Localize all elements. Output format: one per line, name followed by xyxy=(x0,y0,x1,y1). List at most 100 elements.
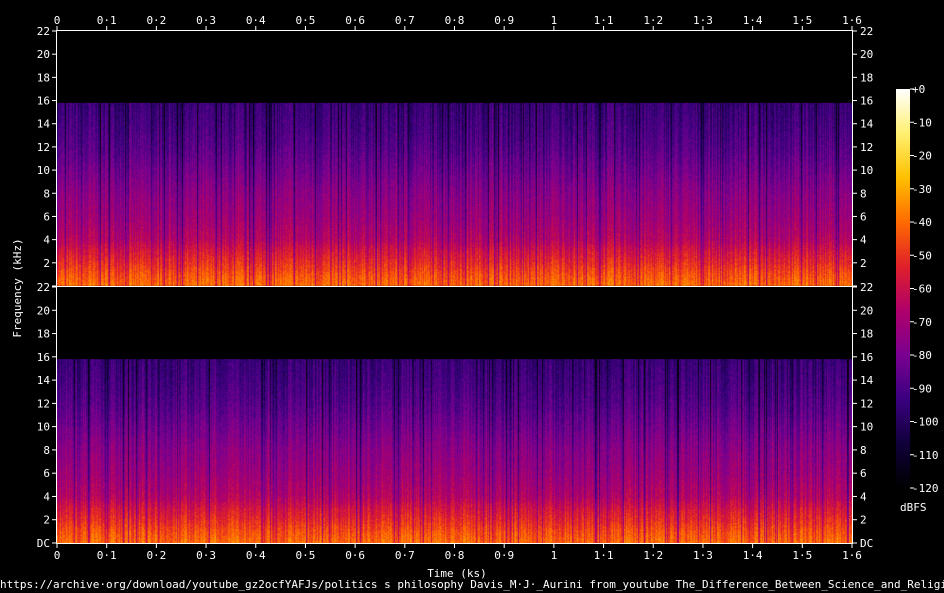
x-tick-label-top: 0·3 xyxy=(196,14,216,27)
spectrogram-channel-1: 2 24 46 68 810 1012 1214 1416 1618 1820 2022 22 xyxy=(37,25,874,287)
y-tick-label-right: 14 xyxy=(860,118,874,131)
spectrogram-raster xyxy=(57,102,852,286)
y-tick-label-right: 6 xyxy=(860,210,867,223)
y-tick-label-right: DC xyxy=(860,537,873,550)
source-url-caption: https://archive·org/download/youtube_gz2… xyxy=(0,578,944,591)
y-tick-label-right: 8 xyxy=(860,444,867,457)
y-tick-label-left: 2 xyxy=(43,514,50,527)
x-axis-top: 0 0·1 0·2 0·3 0·4 0·5 0·6 0·7 0·8 0·9 1 1·1 1·2 1·3 1·… xyxy=(54,14,862,31)
y-tick-label-left: 4 xyxy=(43,234,50,247)
x-tick-label-top: 1·6 xyxy=(842,14,862,27)
spectrogram-raster xyxy=(57,359,852,544)
y-tick-label-left: 14 xyxy=(37,374,51,387)
x-tick-label-bottom: 0 xyxy=(54,549,61,562)
y-tick-label-right: 18 xyxy=(860,328,873,341)
y-tick-label-right: 6 xyxy=(860,467,867,480)
y-tick-label-left: 12 xyxy=(37,141,50,154)
y-tick-label-right: 2 xyxy=(860,257,867,270)
x-tick-label-top: 1·1 xyxy=(594,14,614,27)
y-tick-label-left: 22 xyxy=(37,25,50,38)
x-tick-label-top: 1·5 xyxy=(792,14,812,27)
x-tick-label-bottom: 1·1 xyxy=(594,549,614,562)
x-tick-label-top: 1·3 xyxy=(693,14,713,27)
colorbar-tick-label: -110 xyxy=(912,449,939,462)
y-tick-label-left: 16 xyxy=(37,351,50,364)
y-tick-label-left: 20 xyxy=(37,48,50,61)
x-tick-label-top: 0·4 xyxy=(246,14,266,27)
x-tick-label-top: 0 xyxy=(54,14,61,27)
y-tick-label-right: 20 xyxy=(860,48,873,61)
x-tick-label-bottom: 1·5 xyxy=(792,549,812,562)
x-tick-label-top: 0·2 xyxy=(146,14,166,27)
y-tick-label-right: 18 xyxy=(860,71,873,84)
x-tick-label-top: 1·2 xyxy=(643,14,663,27)
y-tick-label-left: 16 xyxy=(37,95,50,108)
x-tick-label-bottom: 1·2 xyxy=(643,549,663,562)
colorbar-tick-label: +0 xyxy=(912,83,925,96)
y-tick-label-left: 20 xyxy=(37,304,50,317)
y-tick-label-left: DC xyxy=(37,537,50,550)
colorbar-tick-label: -50 xyxy=(912,249,932,262)
y-tick-label-left: 10 xyxy=(37,421,50,434)
y-tick-label-right: 16 xyxy=(860,351,873,364)
y-tick-label-right: 10 xyxy=(860,164,873,177)
x-tick-label-bottom: 0·9 xyxy=(494,549,514,562)
spectrogram-plots: 2 24 46 68 810 1012 1214 1416 1618 1820 2022 22DC DC… xyxy=(37,25,874,550)
x-tick-label-bottom: 1·6 xyxy=(842,549,862,562)
x-tick-label-top: 1 xyxy=(551,14,558,27)
x-tick-label-top: 0·9 xyxy=(494,14,514,27)
y-tick-label-right: 12 xyxy=(860,141,873,154)
x-axis-bottom: 0 0·1 0·2 0·3 0·4 0·5 0·6 0·7 0·8 0·9 1 1·1 1·2 1·3 1·… xyxy=(54,543,862,562)
y-tick-label-left: 18 xyxy=(37,71,50,84)
spectrogram-figure: 2 24 46 68 810 1012 1214 1416 1618 1820 2022 22DC DC… xyxy=(11,14,939,580)
y-tick-label-right: 4 xyxy=(860,490,867,503)
y-tick-label-left: 2 xyxy=(43,257,50,270)
y-tick-label-right: 22 xyxy=(860,281,873,294)
y-axis-label: Frequency (kHz) xyxy=(11,238,24,337)
colorbar-tick-label: -120 xyxy=(912,482,939,495)
x-tick-label-top: 0·8 xyxy=(445,14,465,27)
spectrogram-channel-2: DC DC2 24 46 68 810 1012 1214 1416 1618 1820 2022 22 xyxy=(37,281,874,550)
colorbar-gradient xyxy=(896,89,910,488)
y-tick-label-left: 6 xyxy=(43,210,50,223)
y-tick-label-left: 12 xyxy=(37,397,50,410)
y-tick-label-right: 10 xyxy=(860,421,873,434)
x-tick-label-bottom: 0·6 xyxy=(345,549,365,562)
y-tick-label-right: 2 xyxy=(860,514,867,527)
y-tick-label-right: 20 xyxy=(860,304,873,317)
y-tick-label-right: 22 xyxy=(860,25,873,38)
y-tick-label-left: 14 xyxy=(37,118,51,131)
y-tick-label-left: 8 xyxy=(43,444,50,457)
x-tick-label-bottom: 1·3 xyxy=(693,549,713,562)
x-tick-label-top: 0·1 xyxy=(97,14,117,27)
x-tick-label-bottom: 0·4 xyxy=(246,549,266,562)
x-tick-label-bottom: 0·8 xyxy=(445,549,465,562)
y-tick-label-left: 6 xyxy=(43,467,50,480)
y-tick-label-left: 10 xyxy=(37,164,50,177)
x-tick-label-bottom: 0·1 xyxy=(97,549,117,562)
x-tick-label-bottom: 0·7 xyxy=(395,549,415,562)
colorbar-tick-label: -100 xyxy=(912,416,939,429)
colorbar-tick-label: -20 xyxy=(912,150,932,163)
colorbar-tick-label: -30 xyxy=(912,183,932,196)
colorbar-label: dBFS xyxy=(900,501,927,514)
y-tick-label-right: 12 xyxy=(860,397,873,410)
colorbar-tick-label: -40 xyxy=(912,216,932,229)
y-tick-label-left: 4 xyxy=(43,490,50,503)
y-tick-label-left: 22 xyxy=(37,281,50,294)
x-tick-label-bottom: 0·5 xyxy=(296,549,316,562)
x-tick-label-bottom: 1·4 xyxy=(743,549,763,562)
colorbar-tick-label: -80 xyxy=(912,349,932,362)
colorbar-tick-label: -60 xyxy=(912,283,932,296)
x-tick-label-top: 1·4 xyxy=(743,14,763,27)
y-tick-label-right: 14 xyxy=(860,374,874,387)
y-tick-label-right: 16 xyxy=(860,95,873,108)
x-tick-label-top: 0·7 xyxy=(395,14,415,27)
colorbar: +0 -10 -20 -30 -40 -50 -60 -70 -80 -90 -100 -110 -12… xyxy=(896,83,939,514)
x-tick-label-bottom: 1 xyxy=(551,549,558,562)
x-tick-label-top: 0·5 xyxy=(296,14,316,27)
x-tick-label-top: 0·6 xyxy=(345,14,365,27)
colorbar-tick-label: -70 xyxy=(912,316,932,329)
y-tick-label-left: 8 xyxy=(43,187,50,200)
x-tick-label-bottom: 0·3 xyxy=(196,549,216,562)
